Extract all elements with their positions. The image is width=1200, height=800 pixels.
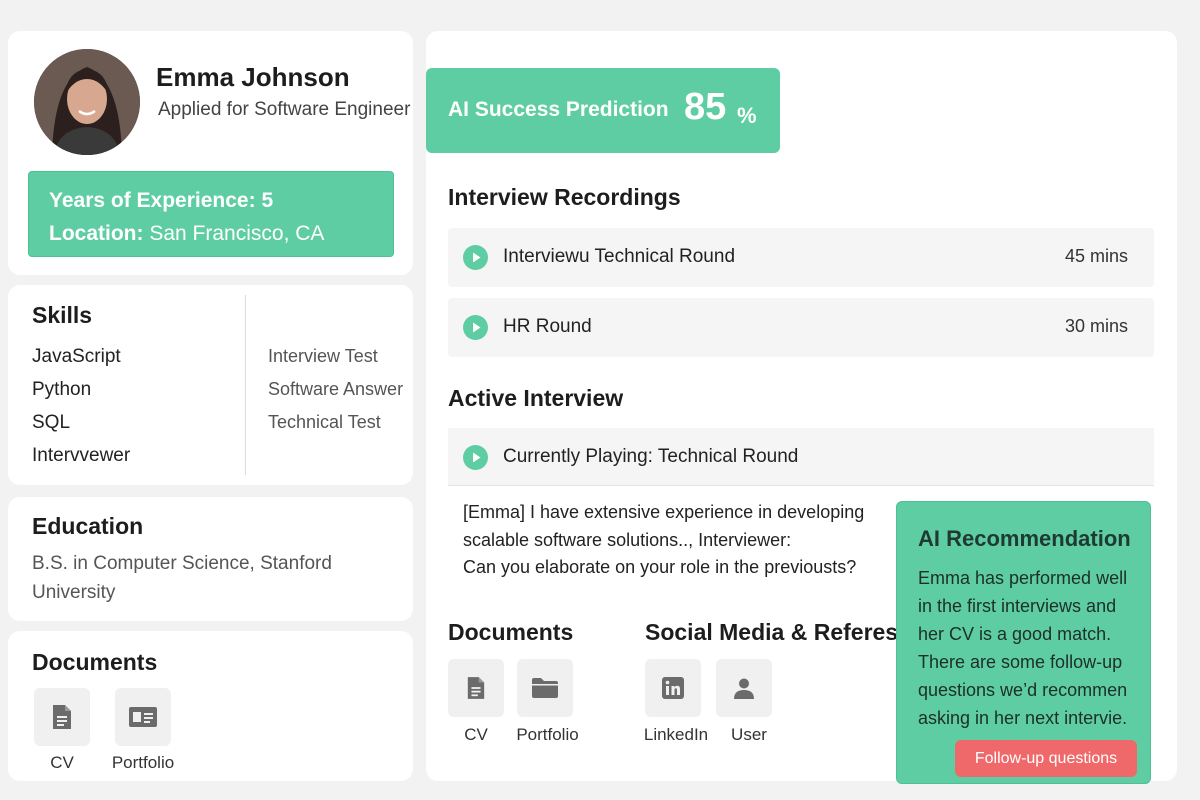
skill-item: SQL (32, 412, 71, 433)
recording-duration: 45 mins (1064, 246, 1128, 266)
recording-title: HR Round (503, 316, 592, 337)
recording-title: Interviewu Technical Round (503, 246, 736, 267)
tests-list: Interview Test Software Answer Technical… (268, 340, 403, 439)
now-playing-row[interactable]: Currently Playing: Technical Round (448, 428, 1154, 486)
recommendation-line: Emma has performed well (918, 568, 1128, 588)
skills-divider (245, 295, 246, 475)
test-item[interactable]: Software Answer (268, 373, 403, 406)
ai-recommendation-title: AI Recommendation (918, 526, 1131, 551)
documents-card-left: Documents CV Portfolio (8, 631, 413, 781)
location-line: Location: San Francisco, CA (49, 217, 373, 250)
experience-label: Years of Experience: (49, 189, 256, 212)
recordings-title: Interview Recordings (448, 184, 681, 210)
play-icon[interactable] (463, 315, 488, 340)
portfolio-tile[interactable] (517, 659, 573, 717)
avatar (34, 49, 140, 155)
skills-list: JavaScript Python SQL Intervvewer (32, 340, 130, 472)
prediction-label: AI Success Prediction (448, 98, 669, 121)
cv-tile[interactable] (448, 659, 504, 717)
recording-row[interactable]: HR Round 30 mins (448, 298, 1154, 357)
recommendation-line: her CV is a good match. (918, 624, 1112, 644)
recording-row[interactable]: Interviewu Technical Round 45 mins (448, 228, 1154, 287)
location-label: Location: (49, 222, 144, 245)
now-playing-text: Currently Playing: Technical Round (503, 446, 799, 467)
portfolio-document-tile[interactable] (115, 688, 171, 746)
experience-line: Years of Experience: 5 (49, 184, 373, 217)
cv-label-main: CV (464, 725, 488, 744)
recording-duration: 30 mins (1064, 316, 1128, 336)
linkedin-icon (662, 677, 684, 699)
play-icon[interactable] (463, 445, 488, 470)
id-card-icon (129, 707, 157, 727)
social-title: Social Media & Referes (645, 619, 899, 645)
skills-title: Skills (32, 302, 93, 328)
linkedin-label: LinkedIn (643, 725, 709, 744)
candidate-name: Emma Johnson (156, 62, 350, 92)
documents-title-main: Documents (448, 619, 574, 645)
user-label: User (731, 725, 767, 744)
skill-item: JavaScript (32, 346, 121, 367)
experience-value: 5 (261, 189, 274, 212)
portfolio-label-main: Portfolio (516, 725, 579, 744)
education-card: Education B.S. in Computer Science, Stan… (8, 497, 413, 621)
user-icon (734, 678, 754, 699)
prediction-value: 85 (684, 86, 727, 128)
documents-title-left: Documents (32, 649, 158, 675)
linkedin-tile[interactable] (645, 659, 701, 717)
skill-item: Python (32, 379, 92, 400)
transcript-line: Can you elaborate on your role in the pr… (463, 557, 857, 577)
skills-card: Skills JavaScript Python SQL Intervvewer… (8, 285, 413, 485)
document-icon (53, 705, 71, 729)
cv-label: CV (50, 753, 74, 772)
recommendation-line: asking in her next intervie. (918, 708, 1128, 728)
recommendation-line: questions we’d recommen (918, 680, 1128, 700)
experience-box: Years of Experience: 5 Location: San Fra… (28, 171, 394, 257)
user-tile[interactable] (716, 659, 772, 717)
prediction-unit: % (737, 103, 757, 128)
recommendation-line: There are some follow-up (918, 652, 1123, 672)
education-text: B.S. in Computer Science, Stanford Unive… (32, 553, 332, 603)
ai-recommendation-text: Emma has performed well in the first int… (918, 564, 1140, 732)
transcript-line: scalable software solutions.., Interview… (463, 529, 792, 550)
applied-position: Applied for Software Engineer (158, 99, 411, 120)
location-value: San Francisco, CA (149, 222, 325, 245)
document-icon (467, 677, 485, 699)
test-item[interactable]: Interview Test (268, 340, 403, 373)
transcript-line: [Emma] I have extensive experience in de… (463, 502, 865, 522)
folder-icon (532, 678, 558, 698)
skill-item: Intervvewer (32, 445, 131, 466)
play-icon[interactable] (463, 245, 488, 270)
ai-success-prediction: AI Success Prediction 85 % (426, 68, 780, 153)
cv-document-tile[interactable] (34, 688, 90, 746)
recommendation-line: in the first interviews and (918, 596, 1117, 616)
interview-transcript: [Emma] I have extensive experience in de… (463, 499, 883, 582)
follow-up-questions-button[interactable]: Follow-up questions (955, 740, 1137, 777)
education-title: Education (32, 513, 144, 539)
test-item[interactable]: Technical Test (268, 406, 403, 439)
ai-recommendation-card: AI Recommendation Emma has performed wel… (896, 501, 1151, 784)
portfolio-label: Portfolio (111, 753, 175, 772)
active-interview-title: Active Interview (448, 385, 624, 411)
